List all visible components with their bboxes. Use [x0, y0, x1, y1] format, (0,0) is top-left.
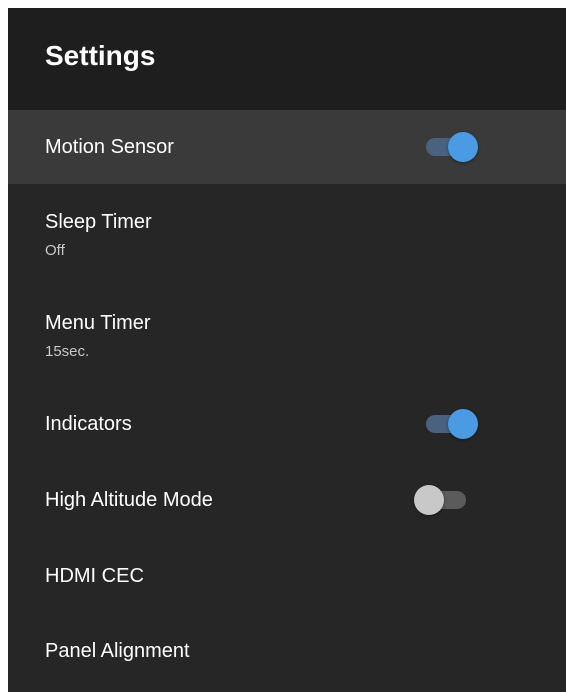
high-altitude-mode-toggle[interactable] [414, 485, 466, 515]
settings-item-label: HDMI CEC [45, 564, 144, 587]
motion-sensor-toggle[interactable] [426, 132, 478, 162]
toggle-knob [448, 132, 478, 162]
settings-item-sleep-timer[interactable]: Sleep Timer Off [8, 184, 566, 286]
settings-item-label: Panel Alignment [45, 639, 190, 662]
settings-item-label: Indicators [45, 412, 132, 435]
page-title: Settings [45, 40, 156, 71]
settings-item-value: Off [45, 242, 65, 259]
settings-panel: Settings Motion Sensor Sleep Timer Off M… [8, 8, 566, 692]
settings-item-high-altitude-mode[interactable]: High Altitude Mode [8, 462, 566, 538]
settings-header: Settings [8, 8, 566, 110]
settings-item-label: Motion Sensor [45, 135, 174, 158]
toggle-knob [414, 485, 444, 515]
settings-item-motion-sensor[interactable]: Motion Sensor [8, 110, 566, 184]
settings-item-value: 15sec. [45, 343, 90, 360]
settings-item-indicators[interactable]: Indicators [8, 386, 566, 462]
toggle-knob [448, 409, 478, 439]
settings-item-label: High Altitude Mode [45, 488, 213, 511]
settings-item-menu-timer[interactable]: Menu Timer 15sec. [8, 286, 566, 386]
settings-item-label: Menu Timer [45, 312, 151, 334]
settings-item-panel-alignment[interactable]: Panel Alignment [8, 614, 566, 688]
settings-item-label: Sleep Timer [45, 211, 152, 233]
settings-list: Motion Sensor Sleep Timer Off Menu Timer… [8, 110, 566, 688]
settings-item-hdmi-cec[interactable]: HDMI CEC [8, 538, 566, 614]
indicators-toggle[interactable] [426, 409, 478, 439]
